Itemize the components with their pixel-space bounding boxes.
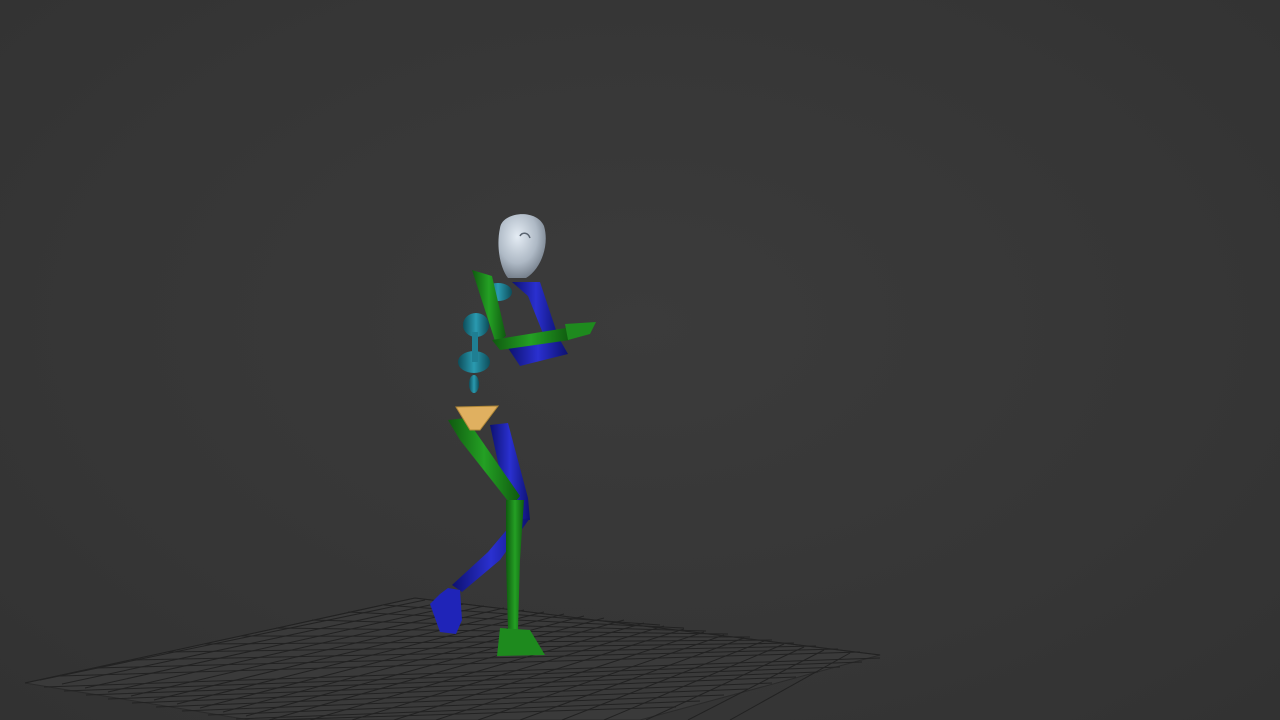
right-arm[interactable] <box>508 282 568 366</box>
viewport-scene[interactable] <box>0 0 1280 720</box>
3d-viewport[interactable] <box>0 0 1280 720</box>
head[interactable] <box>498 214 546 278</box>
